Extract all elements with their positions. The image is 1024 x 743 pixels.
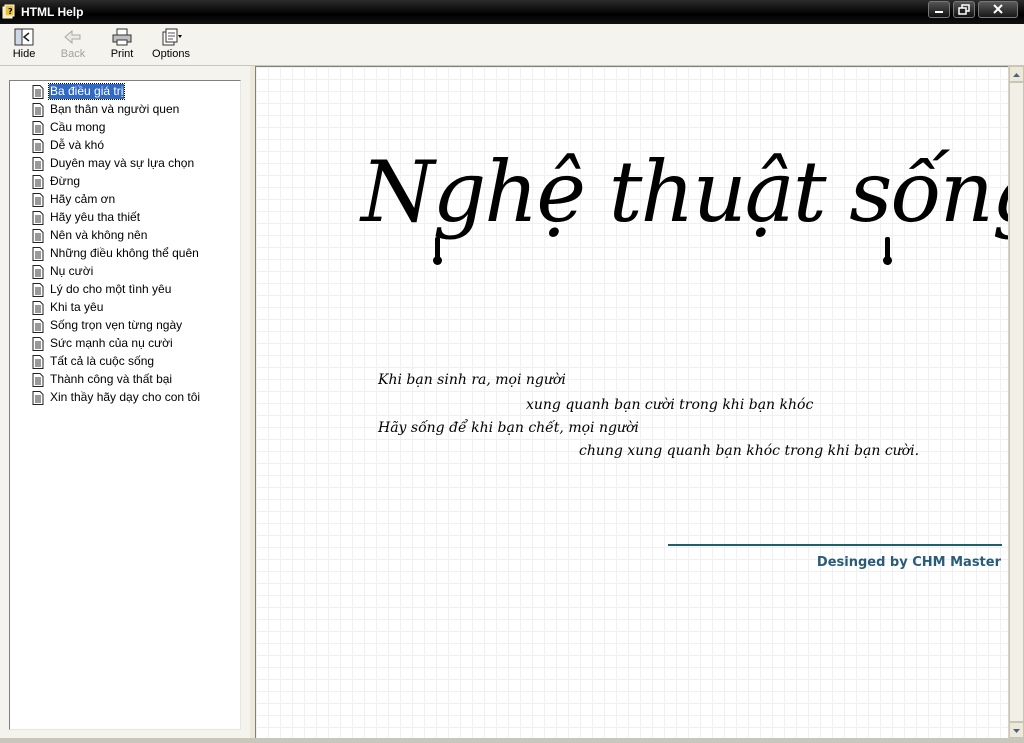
close-icon (993, 4, 1003, 14)
topic-label: Hãy yêu tha thiết (50, 210, 141, 224)
page-icon (32, 121, 44, 135)
topic-label: Ba điều giá trị (47, 83, 126, 100)
topic-label: Thành công và thất bại (50, 372, 173, 386)
page-icon (32, 373, 44, 387)
topic-label: Dễ và khó (50, 138, 105, 152)
print-button[interactable]: Print (100, 26, 144, 64)
scroll-up-arrow-icon (1013, 73, 1020, 77)
scroll-down-button[interactable] (1009, 722, 1024, 738)
page-icon (32, 229, 44, 243)
topic-label: Nụ cười (50, 264, 94, 278)
options-icon (162, 28, 182, 46)
topic-label: Những điều không thể quên (50, 246, 199, 260)
topic-label: Bạn thân và người quen (50, 102, 180, 116)
restore-icon (958, 4, 970, 15)
page-icon (32, 157, 44, 171)
poem-line: xung quanh bạn cười trong khi bạn khóc (526, 397, 814, 413)
page-icon (32, 319, 44, 333)
page-icon (32, 301, 44, 315)
page-icon (32, 247, 44, 261)
contents-tree[interactable]: Ba điều giá trị Bạn thân và người quen C… (9, 80, 241, 730)
topic-label: Sống trọn vẹn từng ngày (50, 318, 183, 332)
topic-label: Đừng (50, 174, 81, 188)
topic-label: Xin thầy hãy dạy cho con tôi (50, 390, 201, 404)
topic-label: Duyên may và sự lựa chọn (50, 156, 195, 170)
page-icon (32, 193, 44, 207)
page-icon (32, 211, 44, 225)
poem-line: chung xung quanh bạn khóc trong khi bạn … (579, 443, 920, 459)
window-bottom-border (0, 738, 1024, 743)
page-icon (32, 283, 44, 297)
scroll-down-arrow-icon (1013, 729, 1020, 733)
topic-label: Nên và không nên (50, 228, 148, 242)
page-icon (32, 175, 44, 189)
minimize-icon (935, 11, 943, 13)
scroll-up-button[interactable] (1009, 66, 1024, 82)
options-button[interactable]: Options (149, 26, 193, 64)
page-icon (32, 337, 44, 351)
back-label: Back (60, 48, 86, 60)
poem-line: Khi bạn sinh ra, mọi người (378, 372, 566, 388)
back-button[interactable]: Back (51, 26, 95, 64)
svg-text:?: ? (8, 7, 13, 16)
page-headline: Nghệ thuật sống (361, 143, 1008, 241)
topic-label: Cầu mong (50, 120, 106, 134)
print-label: Print (110, 48, 134, 60)
minimize-button[interactable] (928, 1, 950, 18)
vertical-scrollbar[interactable] (1008, 66, 1024, 738)
topic-label: Sức mạnh của nụ cười (50, 336, 173, 350)
topic-label: Lý do cho một tình yêu (50, 282, 172, 296)
close-button[interactable] (978, 1, 1018, 18)
credit-text: Desinged by CHM Master (816, 555, 1001, 570)
hide-label: Hide (12, 48, 36, 60)
page-icon (32, 355, 44, 369)
ink-drip-decoration (883, 237, 892, 265)
page-icon (32, 391, 44, 405)
page-icon (32, 85, 44, 99)
topic-label: Tất cả là cuộc sống (50, 354, 155, 368)
back-arrow-icon (64, 29, 81, 45)
toolbar: Hide Back Print Options (0, 24, 1024, 66)
topic-label: Hãy cảm ơn (50, 192, 116, 206)
credit-divider (668, 544, 1002, 546)
scroll-thumb[interactable] (1009, 82, 1024, 722)
page-icon (32, 265, 44, 279)
options-label: Options (152, 48, 190, 60)
hide-pane-icon (14, 28, 34, 46)
hide-button[interactable]: Hide (2, 26, 46, 64)
window-titlebar[interactable]: ? HTML Help (0, 0, 1024, 24)
window-title: HTML Help (21, 5, 84, 19)
page-icon (32, 103, 44, 117)
topic-label: Khi ta yêu (50, 300, 104, 314)
page-icon (32, 139, 44, 153)
headline-graphic: Nghệ thuật sống (356, 117, 1008, 277)
topic-content-pane: Nghệ thuật sống Khi bạn sinh ra, mọi ngư… (255, 66, 1008, 738)
poem-line: Hãy sống để khi bạn chết, mọi người (378, 420, 639, 436)
help-book-icon: ? (2, 4, 15, 19)
restore-button[interactable] (953, 1, 975, 18)
printer-icon (112, 28, 132, 46)
ink-drip-decoration (433, 237, 442, 265)
